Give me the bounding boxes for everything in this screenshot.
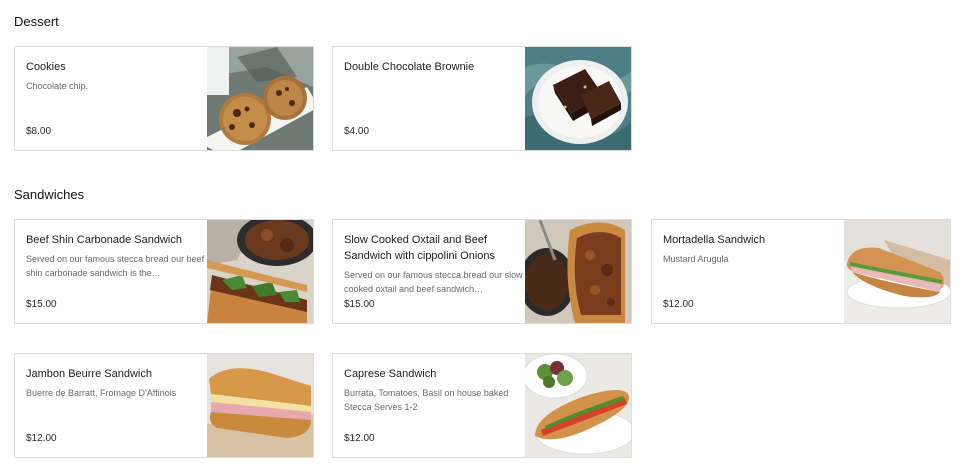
jambon-beurre-sandwich-photo (207, 354, 313, 457)
item-price: $12.00 (344, 433, 375, 444)
item-price: $15.00 (344, 299, 375, 310)
item-description: Mustard Arugula (663, 254, 729, 264)
caprese-sandwich-photo (525, 354, 631, 457)
section-title-dessert: Dessert (14, 14, 59, 29)
item-name: Cookies (26, 61, 66, 73)
oxtail-sandwich-photo (525, 220, 631, 323)
item-name: Beef Shin Carbonade Sandwich (26, 234, 182, 246)
brownie-photo (525, 47, 631, 150)
menu-item-card-beef-shin[interactable]: Beef Shin Carbonade Sandwich Served on o… (14, 219, 314, 324)
cookies-photo (207, 47, 313, 150)
beef-shin-sandwich-photo (207, 220, 313, 323)
item-name: Jambon Beurre Sandwich (26, 368, 152, 380)
item-name: Caprese Sandwich (344, 368, 437, 380)
item-price: $15.00 (26, 299, 57, 310)
item-description: Chocolate chip. (26, 81, 89, 91)
menu-item-card-jambon-beurre[interactable]: Jambon Beurre Sandwich Buerre de Barratt… (14, 353, 314, 458)
item-price: $12.00 (26, 433, 57, 444)
item-description: Burrata, Tomatoes, Basil on house baked … (344, 388, 509, 412)
menu-item-card-cookies[interactable]: Cookies Chocolate chip. $8.00 (14, 46, 314, 151)
section-title-sandwiches: Sandwiches (14, 187, 85, 202)
menu-item-card-brownie[interactable]: Double Chocolate Brownie $4.00 (332, 46, 632, 151)
item-price: $12.00 (663, 299, 694, 310)
item-description: Served on our famous stecca bread our be… (26, 254, 205, 278)
menu-item-card-oxtail[interactable]: Slow Cooked Oxtail and Beef Sandwich wit… (332, 219, 632, 324)
menu-item-card-caprese[interactable]: Caprese Sandwich Burrata, Tomatoes, Basi… (332, 353, 632, 458)
item-name: Double Chocolate Brownie (344, 61, 475, 73)
mortadella-sandwich-photo (844, 220, 950, 323)
item-price: $4.00 (344, 126, 370, 137)
item-description: Served on our famous stecca bread our sl… (344, 270, 523, 294)
item-name: Mortadella Sandwich (663, 234, 766, 246)
item-price: $8.00 (26, 126, 52, 137)
menu-item-card-mortadella[interactable]: Mortadella Sandwich Mustard Arugula $12.… (651, 219, 951, 324)
item-name: Slow Cooked Oxtail and Beef Sandwich wit… (344, 234, 496, 262)
item-description: Buerre de Barratt, Fromage D'Affinois (26, 388, 177, 398)
